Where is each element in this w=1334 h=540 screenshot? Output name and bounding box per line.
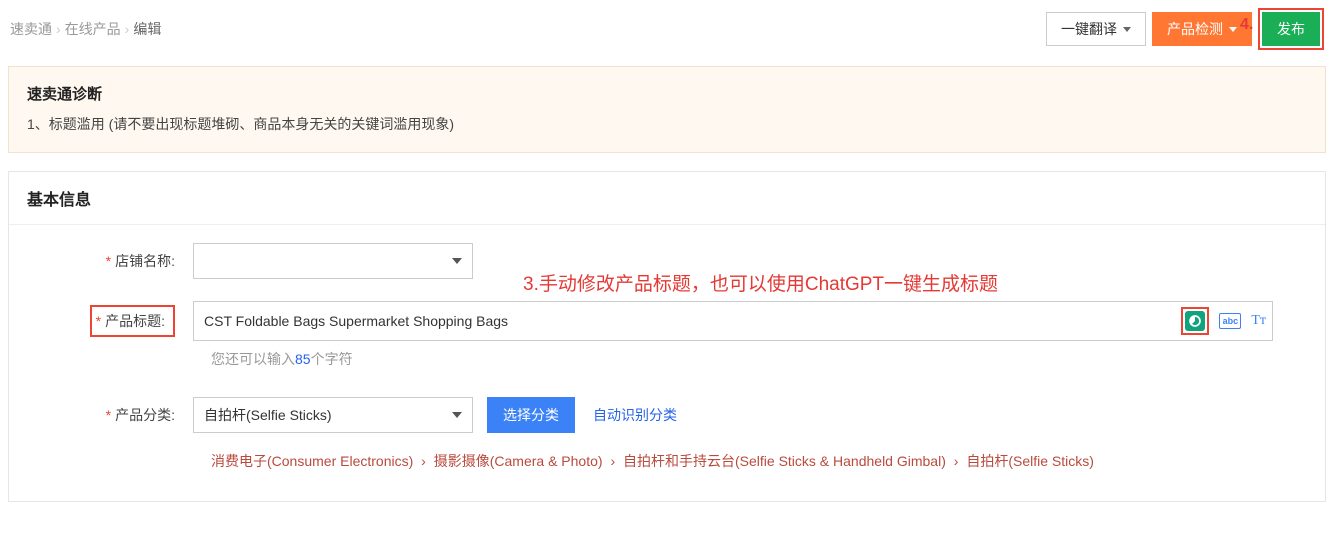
chatgpt-swirl-icon	[1188, 314, 1202, 328]
store-name-select[interactable]	[193, 243, 473, 279]
chatgpt-icon[interactable]	[1185, 311, 1205, 331]
auto-category-link[interactable]: 自动识别分类	[593, 405, 677, 425]
card-header: 基本信息	[9, 172, 1325, 225]
hint-prefix: 您还可以输入	[211, 351, 295, 367]
diagnostic-item: 1、标题滥用 (请不要出现标题堆砌、商品本身无关的关键词滥用现象)	[27, 114, 1307, 134]
breadcrumb-item-root[interactable]: 速卖通	[10, 19, 52, 39]
row-product-title: 3.手动修改产品标题，也可以使用ChatGPT一键生成标题 *产品标题: abc…	[33, 301, 1301, 341]
topbar: 速卖通 › 在线产品 › 编辑 一键翻译 产品检测 4. 发布	[0, 0, 1334, 58]
product-detect-label: 产品检测	[1167, 19, 1223, 39]
chevron-down-icon	[1123, 27, 1131, 32]
translate-button-label: 一键翻译	[1061, 19, 1117, 39]
annotation-number-4: 4.	[1240, 16, 1253, 34]
top-buttons: 一键翻译 产品检测 4. 发布	[1046, 8, 1324, 50]
label-store-name: *店铺名称:	[33, 251, 193, 271]
category-select-value: 自拍杆(Selfie Sticks)	[204, 405, 332, 425]
label-product-category: *产品分类:	[33, 405, 193, 425]
category-path-item[interactable]: 自拍杆(Selfie Sticks)	[966, 453, 1094, 469]
category-select[interactable]: 自拍杆(Selfie Sticks)	[193, 397, 473, 433]
category-path-item[interactable]: 摄影摄像(Camera & Photo)	[434, 453, 603, 469]
breadcrumb-separator: ›	[125, 21, 130, 37]
category-path-item[interactable]: 自拍杆和手持云台(Selfie Sticks & Handheld Gimbal…	[623, 453, 946, 469]
breadcrumb-item-current: 编辑	[133, 19, 161, 39]
publish-button[interactable]: 发布	[1262, 12, 1320, 46]
abc-icon[interactable]: abc	[1219, 313, 1241, 329]
text-case-icon[interactable]: Tᴛ	[1251, 313, 1266, 329]
breadcrumb-separator: ›	[56, 21, 61, 37]
hint-suffix: 个字符	[311, 351, 353, 367]
diagnostic-title: 速卖通诊断	[27, 83, 1307, 104]
category-path-sep: ›	[421, 453, 426, 469]
chevron-down-icon	[452, 412, 462, 418]
label-product-title-text: 产品标题:	[105, 313, 165, 329]
breadcrumb-item-products[interactable]: 在线产品	[65, 19, 121, 39]
publish-highlight-box: 4. 发布	[1258, 8, 1324, 50]
basic-info-card: 基本信息 *店铺名称: 3.手动修改产品标题，也可以使用ChatGPT一键生成标…	[8, 171, 1326, 502]
hint-count: 85	[295, 351, 311, 367]
product-title-input-wrap: abc Tᴛ	[193, 301, 1273, 341]
required-star-icon: *	[106, 253, 111, 269]
label-product-category-text: 产品分类:	[115, 407, 175, 423]
chevron-down-icon	[452, 258, 462, 264]
required-star-icon: *	[106, 407, 111, 423]
label-title-highlight-box: *产品标题:	[90, 305, 175, 337]
category-path: 消费电子(Consumer Electronics) › 摄影摄像(Camera…	[211, 451, 1301, 471]
row-product-category: *产品分类: 自拍杆(Selfie Sticks) 选择分类 自动识别分类	[33, 397, 1301, 433]
required-star-icon: *	[96, 313, 101, 329]
choose-category-button[interactable]: 选择分类	[487, 397, 575, 433]
breadcrumb: 速卖通 › 在线产品 › 编辑	[10, 19, 161, 39]
annotation-text-3: 3.手动修改产品标题，也可以使用ChatGPT一键生成标题	[523, 269, 998, 296]
title-input-icons: abc Tᴛ	[1181, 307, 1266, 335]
category-path-sep: ›	[610, 453, 615, 469]
label-store-name-text: 店铺名称:	[115, 253, 175, 269]
label-product-title: *产品标题:	[33, 305, 193, 337]
diagnostic-panel: 速卖通诊断 1、标题滥用 (请不要出现标题堆砌、商品本身无关的关键词滥用现象)	[8, 66, 1326, 153]
product-title-input[interactable]	[204, 313, 1181, 329]
chatgpt-icon-highlight-box	[1181, 307, 1209, 335]
translate-button[interactable]: 一键翻译	[1046, 12, 1146, 46]
card-body: *店铺名称: 3.手动修改产品标题，也可以使用ChatGPT一键生成标题 *产品…	[9, 225, 1325, 471]
publish-button-label: 发布	[1277, 19, 1305, 39]
chevron-down-icon	[1229, 27, 1237, 32]
title-char-hint: 您还可以输入85个字符	[211, 349, 1301, 369]
category-path-sep: ›	[954, 453, 959, 469]
category-path-item[interactable]: 消费电子(Consumer Electronics)	[211, 453, 413, 469]
product-detect-button[interactable]: 产品检测	[1152, 12, 1252, 46]
